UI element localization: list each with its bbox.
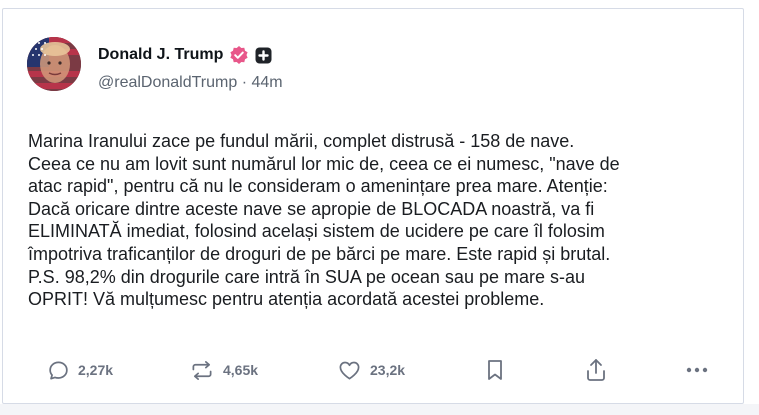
post-body-text: Marina Iranului zace pe fundul mării, co… — [28, 131, 620, 310]
avatar-image — [27, 37, 81, 91]
share-button[interactable] — [584, 355, 608, 385]
author-handle[interactable]: @realDonaldTrump — [98, 74, 237, 91]
repost-button[interactable]: 4,65k — [189, 355, 258, 385]
plus-square-icon[interactable] — [255, 47, 272, 64]
post-time[interactable]: 44m — [252, 74, 283, 91]
verified-badge-icon — [229, 45, 249, 65]
author-display-name[interactable]: Donald J. Trump — [98, 46, 223, 64]
heart-icon — [337, 359, 362, 382]
comment-icon — [47, 359, 70, 382]
bookmark-button[interactable] — [485, 355, 505, 385]
share-icon — [584, 357, 608, 383]
bookmark-icon — [485, 358, 505, 382]
meta-separator: · — [241, 74, 248, 91]
post-card: Donald J. Trump @realDonaldTrump · 44m M… — [2, 8, 744, 404]
more-options-button[interactable] — [685, 355, 709, 385]
author-row: Donald J. Trump — [98, 45, 272, 65]
more-icon — [685, 366, 709, 374]
repost-count: 4,65k — [223, 362, 259, 378]
author-meta: @realDonaldTrump · 44m — [98, 74, 283, 92]
avatar[interactable] — [27, 37, 81, 91]
repost-icon — [189, 359, 215, 382]
like-count: 23,2k — [370, 362, 406, 378]
reply-button[interactable]: 2,27k — [47, 355, 113, 385]
like-button[interactable]: 23,2k — [337, 355, 405, 385]
post-actions-bar: 2,27k 4,65k 23,2k — [47, 355, 727, 385]
reply-count: 2,27k — [78, 362, 114, 378]
feed-divider — [0, 404, 759, 415]
